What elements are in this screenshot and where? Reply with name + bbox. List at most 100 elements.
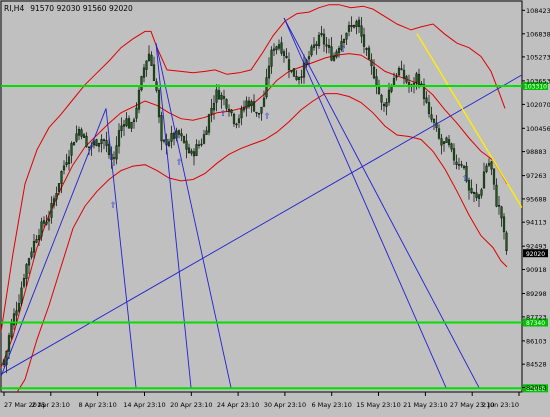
candle-body bbox=[80, 129, 83, 137]
candle-body bbox=[117, 130, 121, 147]
candle-body bbox=[412, 82, 416, 85]
time-tick-label: 21 May 23:10 bbox=[403, 401, 448, 409]
candle-body bbox=[497, 204, 501, 207]
candle-body bbox=[480, 189, 483, 196]
candle-body bbox=[427, 102, 431, 114]
candle-body bbox=[335, 51, 338, 58]
price-tick-label: 106838 bbox=[526, 30, 550, 38]
candle-body bbox=[402, 69, 406, 79]
price-tick-label: 94113 bbox=[526, 219, 547, 227]
candle-body bbox=[330, 46, 333, 61]
candle-body bbox=[205, 130, 208, 135]
candle-body bbox=[222, 96, 226, 99]
candle-body bbox=[475, 192, 478, 198]
candle-body bbox=[115, 145, 118, 160]
candle-body bbox=[472, 191, 476, 194]
price-chart[interactable]: 1033108734082900 ⇧⇧⇧ ⇧⇧⇧ 1084231068381052… bbox=[0, 0, 550, 413]
candle-body bbox=[445, 137, 448, 143]
candle-body bbox=[492, 168, 496, 185]
candle-body bbox=[150, 54, 153, 66]
candle-body bbox=[505, 232, 508, 251]
candle-body bbox=[367, 47, 371, 60]
candle-body bbox=[57, 183, 61, 192]
candle-body bbox=[470, 188, 473, 194]
candle-body bbox=[267, 65, 271, 79]
price-tick-label: 82953 bbox=[526, 384, 547, 392]
candle-body bbox=[62, 165, 66, 171]
candle-body bbox=[322, 33, 326, 45]
candle-body bbox=[160, 115, 163, 142]
candle-body bbox=[315, 43, 318, 46]
candle-body bbox=[100, 139, 103, 144]
candle-body bbox=[327, 45, 331, 48]
fractal-up-arrow-icon: ⇧ bbox=[340, 45, 347, 54]
candle-body bbox=[490, 161, 493, 170]
candle-body bbox=[30, 251, 33, 258]
candle-body bbox=[277, 44, 281, 49]
candle-body bbox=[312, 44, 316, 48]
candle-body bbox=[27, 258, 31, 266]
candle-body bbox=[260, 106, 263, 114]
ohlc-label: 91570 92030 91560 92020 bbox=[30, 4, 133, 13]
candle-body bbox=[405, 76, 408, 83]
candle-body bbox=[292, 68, 296, 77]
candle-body bbox=[102, 139, 106, 141]
candle-body bbox=[22, 278, 26, 287]
candle-body bbox=[220, 94, 223, 100]
candle-body bbox=[177, 130, 181, 135]
candle-body bbox=[280, 42, 283, 54]
price-tick-label: 87723 bbox=[526, 313, 547, 321]
candle-body bbox=[225, 99, 228, 109]
candle-body bbox=[40, 221, 43, 237]
time-tick-label: 15 May 23:10 bbox=[356, 401, 401, 409]
price-tick-label: 90918 bbox=[526, 266, 547, 274]
candle-body bbox=[207, 114, 211, 133]
chart-window[interactable]: 103310 87340 82900 ⇧ ⇧ ⇧ ⇧ ⇧ ⇧ 108423 106838 1052… bbox=[0, 0, 550, 413]
candle-body bbox=[172, 132, 176, 139]
candle-body bbox=[192, 151, 196, 157]
candle-body bbox=[120, 125, 123, 131]
candle-body bbox=[307, 56, 311, 60]
time-tick-label: 30 Apr 23:10 bbox=[264, 401, 306, 409]
time-tick-label: 6 May 23:10 bbox=[311, 401, 351, 409]
candle-body bbox=[255, 111, 258, 114]
candle-body bbox=[142, 67, 146, 78]
candle-body bbox=[77, 128, 81, 136]
candle-body bbox=[342, 39, 346, 43]
candle-body bbox=[182, 136, 186, 143]
candle-body bbox=[127, 118, 131, 129]
candle-body bbox=[387, 89, 391, 103]
candle-body bbox=[400, 68, 403, 70]
candle-body bbox=[230, 109, 233, 114]
candle-body bbox=[210, 107, 213, 115]
candle-body bbox=[430, 114, 433, 120]
candle-body bbox=[320, 33, 323, 35]
candle-body bbox=[157, 90, 161, 118]
candle-body bbox=[317, 34, 321, 47]
candle-body bbox=[252, 101, 256, 112]
candle-body bbox=[132, 119, 136, 122]
candle-body bbox=[7, 335, 11, 352]
price-tick-label: 105273 bbox=[526, 53, 550, 61]
candle-body bbox=[15, 310, 18, 316]
fractal-up-arrow-icon: ⇧ bbox=[176, 158, 183, 167]
chart-background bbox=[0, 0, 550, 413]
candle-body bbox=[350, 25, 353, 27]
candle-body bbox=[365, 48, 368, 50]
candle-body bbox=[87, 146, 91, 149]
candle-body bbox=[460, 164, 463, 166]
candle-body bbox=[85, 135, 88, 147]
candle-body bbox=[140, 76, 143, 91]
candle-body bbox=[452, 148, 456, 161]
candle-body bbox=[495, 184, 498, 207]
candle-body bbox=[180, 133, 183, 137]
candle-body bbox=[262, 97, 266, 107]
candle-body bbox=[275, 46, 278, 51]
candle-body bbox=[187, 147, 191, 153]
candle-body bbox=[105, 140, 108, 146]
candle-body bbox=[82, 134, 86, 138]
candle-body bbox=[212, 103, 216, 111]
candle-body bbox=[375, 76, 378, 87]
candle-body bbox=[32, 241, 36, 253]
price-tick-label: 102070 bbox=[526, 101, 550, 109]
